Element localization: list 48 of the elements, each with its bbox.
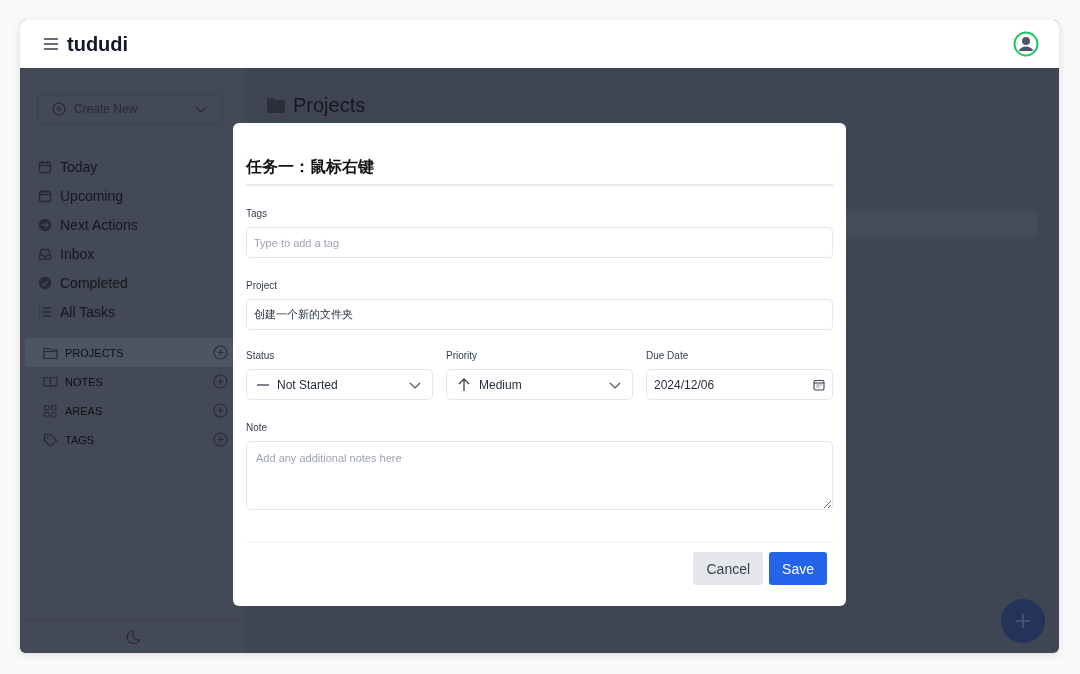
calendar-icon[interactable] bbox=[813, 378, 825, 391]
check-circle-icon bbox=[38, 275, 52, 290]
field-label: Tags bbox=[246, 208, 269, 219]
dialog-title: 任务一：鼠标右键 bbox=[246, 151, 833, 186]
field-label: Note bbox=[246, 422, 269, 433]
arrow-up-icon bbox=[457, 377, 471, 392]
plus-circle-icon[interactable] bbox=[213, 403, 228, 418]
field-label: Status bbox=[246, 350, 276, 361]
plus-circle-icon bbox=[52, 102, 66, 116]
nav-item[interactable]: Completed bbox=[20, 268, 245, 297]
cancel-button[interactable]: Cancel bbox=[693, 552, 764, 585]
list-icon bbox=[38, 304, 52, 319]
dash-icon bbox=[257, 383, 269, 386]
plus-circle-icon[interactable] bbox=[213, 345, 228, 360]
tags-field[interactable]: Type to add a tag bbox=[246, 227, 833, 258]
calendar-icon bbox=[38, 159, 52, 174]
section-item[interactable]: NOTES bbox=[25, 367, 245, 396]
nav-item[interactable]: All Tasks bbox=[20, 297, 245, 326]
plus-circle-icon[interactable] bbox=[213, 432, 228, 447]
note-field[interactable]: Add any additional notes here bbox=[246, 441, 833, 510]
book-icon bbox=[43, 374, 58, 389]
calendar-icon bbox=[38, 188, 52, 203]
project-field[interactable]: 创建一个新的文件夹 bbox=[246, 299, 833, 330]
inbox-icon bbox=[38, 246, 52, 261]
nav-item[interactable]: Upcoming bbox=[20, 181, 245, 210]
app-title: tududi bbox=[67, 32, 129, 56]
folder-icon bbox=[43, 345, 58, 360]
plus-circle-icon[interactable] bbox=[213, 374, 228, 389]
section-item[interactable]: TAGS bbox=[25, 425, 245, 454]
due-date-field[interactable]: 2024/12/06 bbox=[646, 369, 833, 400]
grid-icon bbox=[43, 403, 58, 418]
save-button[interactable]: Save bbox=[769, 552, 827, 585]
arrow-circle-icon bbox=[38, 217, 52, 232]
section-item[interactable]: AREAS bbox=[25, 396, 245, 425]
add-button[interactable] bbox=[1001, 599, 1045, 643]
nav-item[interactable]: Inbox bbox=[20, 239, 245, 268]
tag-icon bbox=[43, 432, 58, 447]
nav-item[interactable]: Next Actions bbox=[20, 210, 245, 239]
field-label: Priority bbox=[446, 350, 479, 361]
field-label: Due Date bbox=[646, 350, 690, 361]
nav-item[interactable]: Today bbox=[20, 152, 245, 181]
menu-icon[interactable] bbox=[43, 38, 59, 50]
status-dropdown[interactable]: Not Started bbox=[246, 369, 433, 400]
priority-dropdown[interactable]: Medium bbox=[446, 369, 633, 400]
avatar-icon[interactable] bbox=[1013, 31, 1039, 57]
field-label: Project bbox=[246, 280, 279, 291]
folder-icon bbox=[267, 98, 285, 113]
plus-icon bbox=[1015, 613, 1031, 629]
